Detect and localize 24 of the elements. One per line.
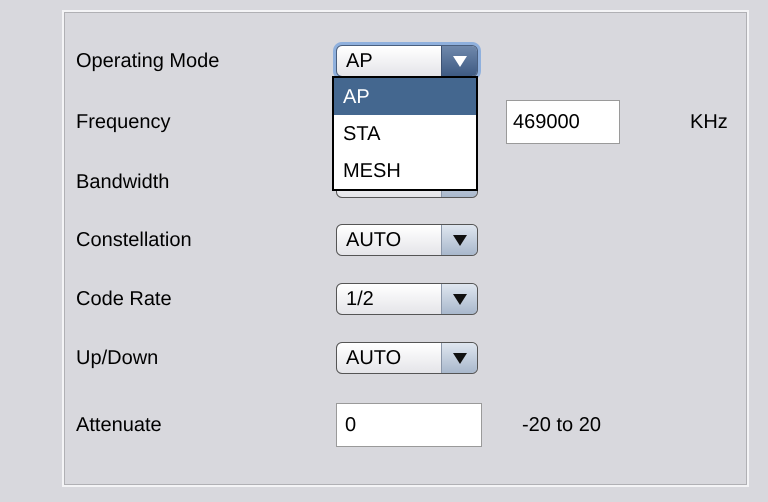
dropdown-option[interactable]: AP <box>334 78 476 115</box>
dropdown-select[interactable]: 1/2 <box>336 283 478 315</box>
unit-label: KHz <box>690 110 728 135</box>
dropdown-select[interactable]: AP <box>336 45 478 77</box>
selected-value: AUTO <box>345 346 402 371</box>
field-label: Operating Mode <box>76 49 220 74</box>
field-label: Bandwidth <box>76 170 170 195</box>
field-label: Frequency <box>76 110 172 135</box>
field-label: Attenuate <box>76 413 163 438</box>
field-label: Up/Down <box>76 346 160 371</box>
caret-icon <box>452 352 466 364</box>
dropdown-select[interactable]: AUTO <box>336 224 478 256</box>
field-label: Constellation <box>76 228 193 253</box>
frequency-input[interactable]: 469000 <box>506 100 620 144</box>
selected-value: AP <box>345 49 374 74</box>
range-label: -20 to 20 <box>522 413 601 438</box>
attenuate-input[interactable]: 0 <box>336 403 482 447</box>
dropdown-select[interactable]: AUTO <box>336 342 478 374</box>
caret-icon <box>452 56 466 66</box>
caret-icon <box>452 234 466 246</box>
selected-value: 1/2 <box>345 287 375 312</box>
selected-value: AUTO <box>345 228 402 253</box>
caret-icon <box>452 294 466 304</box>
field-label: Code Rate <box>76 287 173 312</box>
